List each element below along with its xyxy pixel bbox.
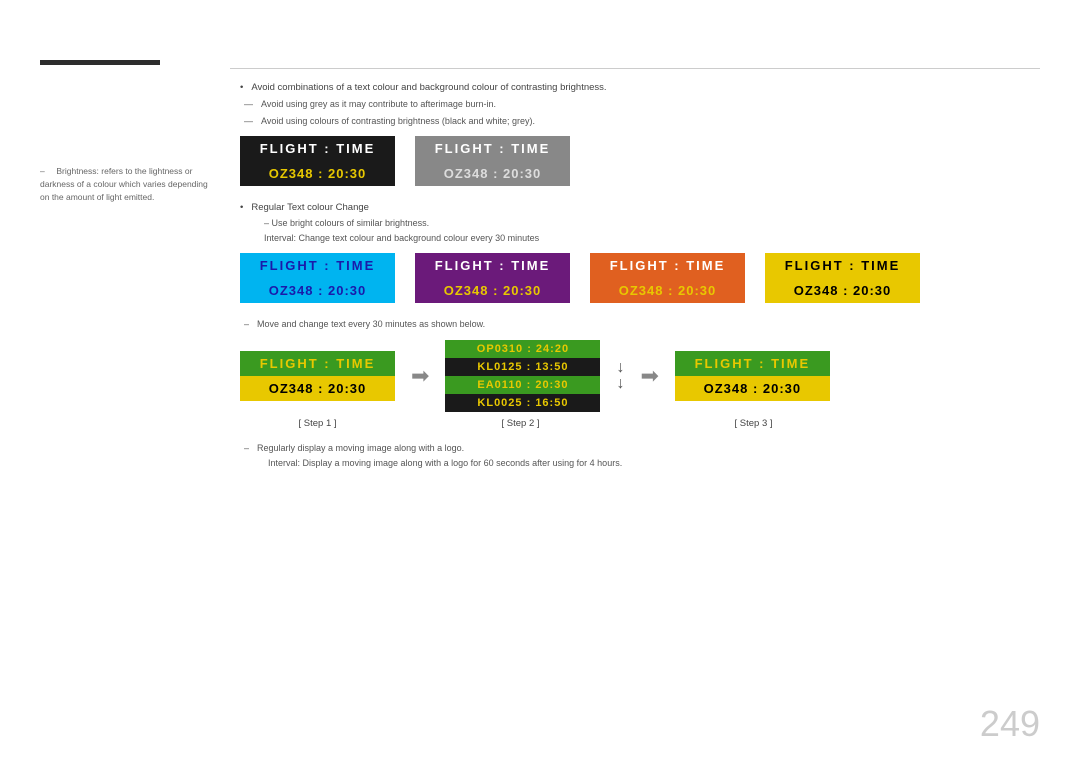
step2-row2: KL0125 : 13:50 [445,358,600,376]
step3-board: FLIGHT : TIME OZ348 : 20:30 [675,351,830,401]
step2-label: [ Step 2 ] [443,418,598,429]
dash-sym-2: — [244,114,253,128]
arrow-2: ➡ [640,363,658,389]
bottom-notes: – Regularly display a moving image along… [240,441,1040,471]
bullet-dot-2: • [240,200,243,215]
board-orange-header: FLIGHT : TIME [590,253,745,278]
step1-header: FLIGHT : TIME [240,351,395,376]
step3-body: OZ348 : 20:30 [675,376,830,401]
board-cyan: FLIGHT : TIME OZ348 : 20:30 [240,253,395,303]
step-row: FLIGHT : TIME OZ348 : 20:30 ➡ OP0310 : 2… [240,340,1040,412]
main-content: • Avoid combinations of a text colour an… [240,80,1040,480]
board-grey-body: OZ348 : 20:30 [415,161,570,186]
dash-item-2: — Avoid using colours of contrasting bri… [240,114,1040,128]
board-yellow-body: OZ348 : 20:30 [765,278,920,303]
bullet-item-2: • Regular Text colour Change [240,200,1040,215]
step-labels: [ Step 1 ] [ Step 2 ] [ Step 3 ] [240,418,1040,429]
board-dark: FLIGHT : TIME OZ348 : 20:30 [240,136,395,186]
down-arrows: ↓ ↓ [616,360,624,392]
page-container: – Brightness: refers to the lightness or… [0,0,1080,763]
sidebar-dash: – [40,165,50,178]
sub-bullet-2: Interval: Change text colour and backgro… [240,232,1040,246]
step3-label: [ Step 3 ] [676,418,831,429]
step3-header: FLIGHT : TIME [675,351,830,376]
bullet-section-1: • Avoid combinations of a text colour an… [240,80,1040,128]
bullet-item-1: • Avoid combinations of a text colour an… [240,80,1040,95]
step2-board: OP0310 : 24:20 KL0125 : 13:50 EA0110 : 2… [445,340,600,412]
sidebar-bar [40,60,160,65]
main-boards-row: FLIGHT : TIME OZ348 : 20:30 FLIGHT : TIM… [240,136,1040,186]
bullet-dot-1: • [240,80,243,95]
board-orange-body: OZ348 : 20:30 [590,278,745,303]
bottom-dash-1: – Regularly display a moving image along… [240,441,1040,455]
board-yellow-header: FLIGHT : TIME [765,253,920,278]
board-grey-header: FLIGHT : TIME [415,136,570,161]
board-purple-header: FLIGHT : TIME [415,253,570,278]
step1-board: FLIGHT : TIME OZ348 : 20:30 [240,351,395,401]
board-yellow: FLIGHT : TIME OZ348 : 20:30 [765,253,920,303]
step1-body: OZ348 : 20:30 [240,376,395,401]
board-dark-body: OZ348 : 20:30 [240,161,395,186]
board-grey: FLIGHT : TIME OZ348 : 20:30 [415,136,570,186]
bullet-section-2: • Regular Text colour Change – Use brigh… [240,200,1040,245]
board-orange: FLIGHT : TIME OZ348 : 20:30 [590,253,745,303]
sidebar: – Brightness: refers to the lightness or… [40,60,210,203]
top-divider [230,68,1040,69]
page-number: 249 [980,703,1040,745]
bottom-sub: Interval: Display a moving image along w… [240,457,1040,471]
sidebar-note: – Brightness: refers to the lightness or… [40,165,210,203]
arrow-1: ➡ [411,363,429,389]
dash-sym-1: — [244,97,253,111]
dash-sym-3: – [244,317,249,331]
move-text-note: – Move and change text every 30 minutes … [240,317,1040,331]
board-cyan-body: OZ348 : 20:30 [240,278,395,303]
board-dark-header: FLIGHT : TIME [240,136,395,161]
board-purple: FLIGHT : TIME OZ348 : 20:30 [415,253,570,303]
dash-sym-4: – [244,441,249,455]
sub-bullet-1: – Use bright colours of similar brightne… [240,217,1040,231]
dash-item-1: — Avoid using grey as it may contribute … [240,97,1040,111]
step2-row3: EA0110 : 20:30 [445,376,600,394]
step2-row4: KL0025 : 16:50 [445,394,600,412]
color-boards-row: FLIGHT : TIME OZ348 : 20:30 FLIGHT : TIM… [240,253,1040,303]
step2-row1: OP0310 : 24:20 [445,340,600,358]
steps-section: FLIGHT : TIME OZ348 : 20:30 ➡ OP0310 : 2… [240,340,1040,429]
board-cyan-header: FLIGHT : TIME [240,253,395,278]
board-purple-body: OZ348 : 20:30 [415,278,570,303]
step1-label: [ Step 1 ] [240,418,395,429]
